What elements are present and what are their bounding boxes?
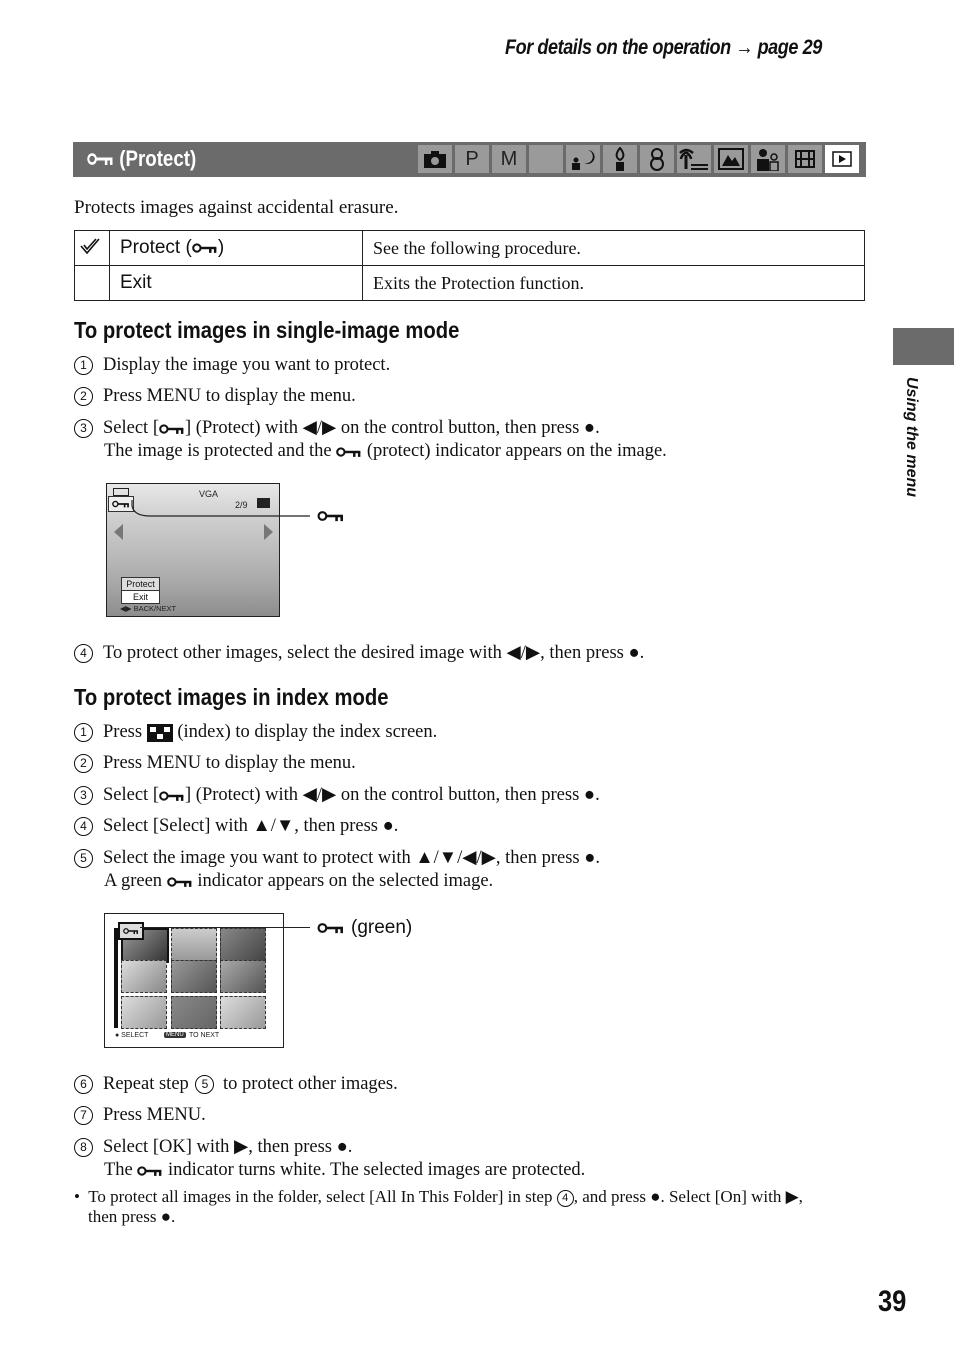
key-icon xyxy=(336,447,361,457)
key-icon xyxy=(317,923,343,934)
index-step-6: 6 Repeat step 5 to protect other images. xyxy=(74,1073,398,1096)
select-hint: ● SELECT xyxy=(115,1032,149,1039)
single-step-1: 1 Display the image you want to protect. xyxy=(74,354,390,377)
index-step-8: 8 Select [OK] with ▶, then press ●. The i… xyxy=(74,1136,585,1182)
index-step-3: 3 Select [] (Protect) with ◀/▶ on the con… xyxy=(74,784,600,807)
menu-badge: MENU xyxy=(164,1032,186,1038)
options-table: Protect () See the following procedure. … xyxy=(74,230,865,301)
page-reference: For details on the operation → page 29 xyxy=(505,36,822,59)
thumbnail xyxy=(220,928,266,961)
menu-item-exit: Exit xyxy=(121,590,160,604)
screen-footer: ◀▶ BACK/NEXT xyxy=(120,604,177,613)
camera-icon xyxy=(418,145,452,173)
intro-text: Protects images against accidental erasu… xyxy=(74,197,399,218)
thumbnail xyxy=(121,996,167,1029)
option-description: See the following procedure. xyxy=(362,230,865,266)
protect-indicator xyxy=(118,922,144,940)
callout-line xyxy=(131,500,310,517)
index-step-7: 7 Press MENU. xyxy=(74,1104,206,1127)
single-step-3: 3 Select [] (Protect) with ◀/▶ on the con… xyxy=(74,417,667,463)
side-tab xyxy=(893,328,954,365)
single-step-2: 2 Press MENU to display the menu. xyxy=(74,385,356,408)
thumbnail xyxy=(171,928,217,961)
thumbnail xyxy=(220,960,266,993)
index-mode-heading: To protect images in index mode xyxy=(74,684,389,710)
option-description: Exits the Protection function. xyxy=(362,265,865,301)
program-mode-icon: P xyxy=(455,145,489,173)
candle-icon xyxy=(603,145,637,173)
manual-mode-icon: M xyxy=(492,145,526,173)
twilight-icon xyxy=(529,145,563,173)
single-mode-heading: To protect images in single-image mode xyxy=(74,317,460,343)
playback-icon xyxy=(825,145,859,173)
index-step-2: 2 Press MENU to display the menu. xyxy=(74,752,356,775)
key-icon xyxy=(166,877,192,887)
table-row: Protect () See the following procedure. xyxy=(74,230,865,266)
beach-icon xyxy=(677,145,711,173)
single-step-4: 4 To protect other images, select the des… xyxy=(74,642,644,665)
index-step-1: 1 Press (index) to display the index scre… xyxy=(74,721,437,744)
battery-icon xyxy=(113,488,129,496)
side-tab-label: Using the menu xyxy=(903,377,920,498)
section-title: (Protect) xyxy=(87,146,196,172)
portrait-icon xyxy=(751,145,785,173)
note: • To protect all images in the folder, s… xyxy=(74,1187,803,1226)
twilight-portrait-icon xyxy=(566,145,600,173)
mode-icons: P M xyxy=(418,145,859,173)
key-icon xyxy=(87,153,113,165)
scrollbar xyxy=(114,928,118,1028)
previous-arrow-icon xyxy=(114,524,123,540)
menu-item-protect: Protect xyxy=(121,577,160,591)
movie-icon xyxy=(788,145,822,173)
index-icon xyxy=(146,723,173,742)
key-icon xyxy=(192,243,217,253)
index-step-4: 4 Select [Select] with ▲/▼, then press ●. xyxy=(74,815,398,838)
next-hint: TO NEXT xyxy=(189,1032,220,1039)
next-arrow-icon xyxy=(264,524,273,540)
snow-icon xyxy=(640,145,674,173)
landscape-icon xyxy=(714,145,748,173)
thumbnail xyxy=(220,996,266,1029)
thumbnail xyxy=(171,960,217,993)
callout-line xyxy=(140,927,310,928)
thumbnail xyxy=(121,960,167,993)
section-title-bar: (Protect) P M xyxy=(73,142,866,177)
key-icon xyxy=(159,424,184,434)
page-number: 39 xyxy=(878,1285,907,1318)
index-screen: ● SELECT MENU TO NEXT xyxy=(104,913,284,1048)
thumbnail xyxy=(171,996,217,1029)
option-name: Exit xyxy=(109,265,363,301)
index-step-5: 5 Select the image you want to protect wi… xyxy=(74,847,600,893)
green-indicator-label: (green) xyxy=(317,917,412,939)
key-icon xyxy=(317,511,343,522)
checkmark-icon xyxy=(74,230,110,266)
key-icon xyxy=(159,791,184,801)
key-icon xyxy=(137,1166,162,1176)
table-row: Exit Exits the Protection function. xyxy=(74,265,865,301)
option-name: Protect ( xyxy=(120,237,192,258)
